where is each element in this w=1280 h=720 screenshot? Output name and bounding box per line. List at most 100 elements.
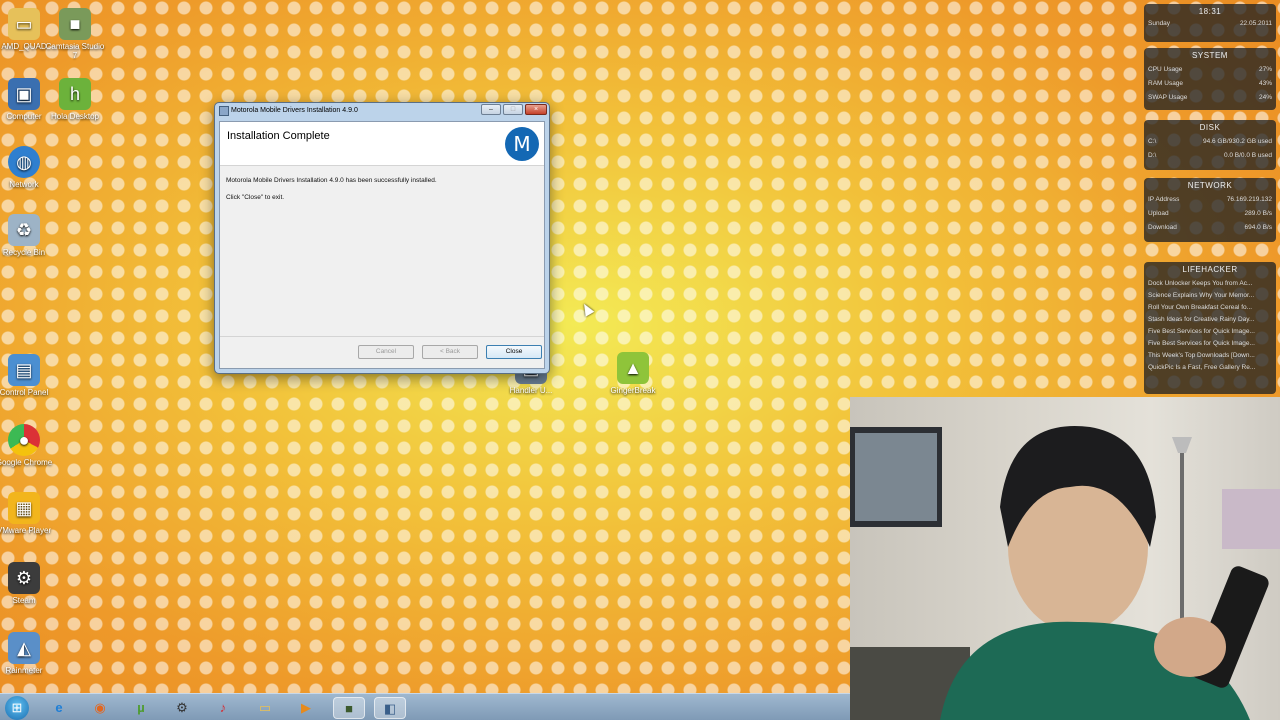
network-row-value: 289.0 B/s [1244, 210, 1272, 217]
desktop-icon-label: Computer [6, 112, 42, 121]
poster [1222, 489, 1280, 549]
disk-row-value: 94.6 GB/930.2 GB used [1202, 138, 1272, 145]
network-row-label: Download [1148, 224, 1177, 231]
network-icon: ◍ [8, 146, 40, 178]
webcam-overlay [850, 397, 1280, 720]
dialog-header: Installation Complete M [220, 122, 544, 166]
desktop-icon-label: VMware Player [0, 526, 52, 535]
start-button[interactable]: ⊞ [5, 696, 29, 720]
feed-item[interactable]: Roll Your Own Breakfast Cereal fo... [1148, 304, 1272, 311]
system-row-label: CPU Usage [1148, 66, 1183, 73]
disk-row-value: 0.0 B/0.0 B used [1223, 152, 1272, 159]
clock-date: 22.05.2011 [1239, 20, 1272, 27]
desktop-icon-label: Control Panel [0, 388, 49, 397]
desktop-icon-label: GingerBreak [610, 386, 656, 395]
desktop-icon-recycle-bin[interactable]: ♻ Recycle Bin [0, 214, 56, 257]
feed-item[interactable]: QuickPic Is a Fast, Free Gallery Re... [1148, 364, 1272, 371]
network-row-label: Upload [1148, 210, 1169, 217]
desktop-icon-label: Camtasia Studio 7 [45, 42, 105, 60]
desktop-icon-hola-desktop[interactable]: h Hola Desktop [43, 78, 107, 121]
winamp-icon[interactable]: ♪ [212, 697, 234, 719]
clock-date-row: Sunday 22.05.2011 [1148, 20, 1272, 27]
network-row-value: 694.0 B/s [1244, 224, 1272, 231]
feed-item[interactable]: Five Best Services for Quick Image... [1148, 328, 1272, 335]
system-row-label: SWAP Usage [1148, 94, 1188, 101]
desktop-icon-gingerbreak[interactable]: ▲ GingerBreak [601, 352, 665, 395]
desktop-icon-label: Steam [12, 596, 36, 605]
system-gadget: SYSTEM CPU Usage 27% RAM Usage 43% SWAP Us… [1144, 48, 1276, 110]
feed-item[interactable]: Stash Ideas for Creative Rainy Day... [1148, 316, 1272, 323]
network-gadget: NETWORK IP Address 76.169.219.132 Upload 2… [1144, 178, 1276, 242]
desktop-icon-camtasia[interactable]: ■ Camtasia Studio 7 [43, 8, 107, 60]
network-title: NETWORK [1187, 181, 1233, 190]
disk-gadget: DISK C:\ 94.6 GB/930.2 GB used D:\ 0.0 B/0… [1144, 120, 1276, 170]
android-icon: ▲ [617, 352, 649, 384]
steam-taskbar-icon[interactable]: ⚙ [171, 697, 193, 719]
disk-row-label: D:\ [1148, 152, 1157, 159]
camtasia-taskbar-icon[interactable]: ■ [333, 697, 365, 719]
system-row: SWAP Usage 24% [1148, 94, 1272, 101]
desktop-icon-google-chrome[interactable]: ● Google Chrome [0, 424, 56, 467]
dialog-body: Installation Complete M Motorola Mobile … [219, 121, 545, 369]
success-message: Motorola Mobile Drivers Installation 4.9… [226, 177, 437, 184]
close-button[interactable]: Close [486, 345, 542, 359]
installer-app-icon [219, 106, 229, 116]
desktop-icon-label: Network [9, 180, 39, 189]
webcam-scene [850, 426, 1280, 720]
feed-item[interactable]: Science Explains Why Your Memor... [1148, 292, 1272, 299]
network-row-value: 76.169.219.132 [1226, 196, 1272, 203]
recycle-bin-icon: ♻ [8, 214, 40, 246]
folder-icon: ▭ [8, 8, 40, 40]
ie-icon[interactable]: e [48, 697, 70, 719]
system-row-label: RAM Usage [1148, 80, 1184, 87]
taskbar: ⊞ e ◉ µ ⚙ ♪ ▭ ▶ ■ ◧ [0, 693, 850, 720]
chrome-icon: ● [8, 424, 40, 456]
network-row: Upload 289.0 B/s [1148, 210, 1272, 217]
vmware-icon: ▦ [8, 492, 40, 524]
feed-item[interactable]: Five Best Services for Quick Image... [1148, 340, 1272, 347]
clock-day: Sunday [1148, 20, 1171, 27]
desktop-icon-network[interactable]: ◍ Network [0, 146, 56, 189]
minimize-button[interactable]: – [481, 104, 501, 115]
page-title: Installation Complete [227, 130, 330, 142]
wall-picture-inner [855, 433, 937, 521]
maximize-button[interactable]: □ [503, 104, 523, 115]
computer-icon: ▣ [8, 78, 40, 110]
desktop-icon-label: Handler U... [509, 386, 553, 395]
desktop-icon-control-panel[interactable]: ▤ Control Panel [0, 354, 56, 397]
desktop-icon-vmware-player[interactable]: ▦ VMware Player [0, 492, 56, 535]
network-row-label: IP Address [1148, 196, 1180, 203]
feed-item[interactable]: This Week's Top Downloads [Down... [1148, 352, 1272, 359]
motorola-logo-icon: M [505, 127, 539, 161]
utorrent-icon[interactable]: µ [130, 697, 152, 719]
media-player-icon[interactable]: ▶ [295, 697, 317, 719]
clock-gadget: 18:31 Sunday 22.05.2011 [1144, 4, 1276, 42]
close-hint: Click "Close" to exit. [226, 194, 285, 201]
back-button[interactable]: < Back [422, 345, 478, 359]
cancel-button[interactable]: Cancel [358, 345, 414, 359]
lifehacker-title: LIFEHACKER [1182, 265, 1238, 274]
network-row: Download 694.0 B/s [1148, 224, 1272, 231]
installer-taskbar-icon[interactable]: ◧ [374, 697, 406, 719]
disk-row: C:\ 94.6 GB/930.2 GB used [1148, 138, 1272, 145]
desktop-icon-rainmeter[interactable]: ◭ Rainmeter [0, 632, 56, 675]
disk-row: D:\ 0.0 B/0.0 B used [1148, 152, 1272, 159]
system-row-value: 24% [1258, 94, 1272, 101]
desktop-icon-steam[interactable]: ⚙ Steam [0, 562, 56, 605]
firefox-icon[interactable]: ◉ [89, 697, 111, 719]
control-panel-icon: ▤ [8, 354, 40, 386]
window-close-button[interactable]: × [525, 104, 547, 115]
lifehacker-gadget: LIFEHACKER Dock Unlocker Keeps You from … [1144, 262, 1276, 394]
mouse-cursor-icon [579, 301, 595, 317]
system-row: CPU Usage 27% [1148, 66, 1272, 73]
feed-item[interactable]: Dock Unlocker Keeps You from Ac... [1148, 280, 1272, 287]
desktop-icon-label: Rainmeter [5, 666, 43, 675]
steam-icon: ⚙ [8, 562, 40, 594]
dialog-footer: Cancel < Back Close [220, 336, 544, 368]
lamp-shade [1172, 437, 1192, 453]
system-row-value: 27% [1258, 66, 1272, 73]
system-row-value: 43% [1258, 80, 1272, 87]
explorer-folder-icon[interactable]: ▭ [254, 697, 276, 719]
disk-title: DISK [1199, 123, 1221, 132]
hola-icon: h [59, 78, 91, 110]
